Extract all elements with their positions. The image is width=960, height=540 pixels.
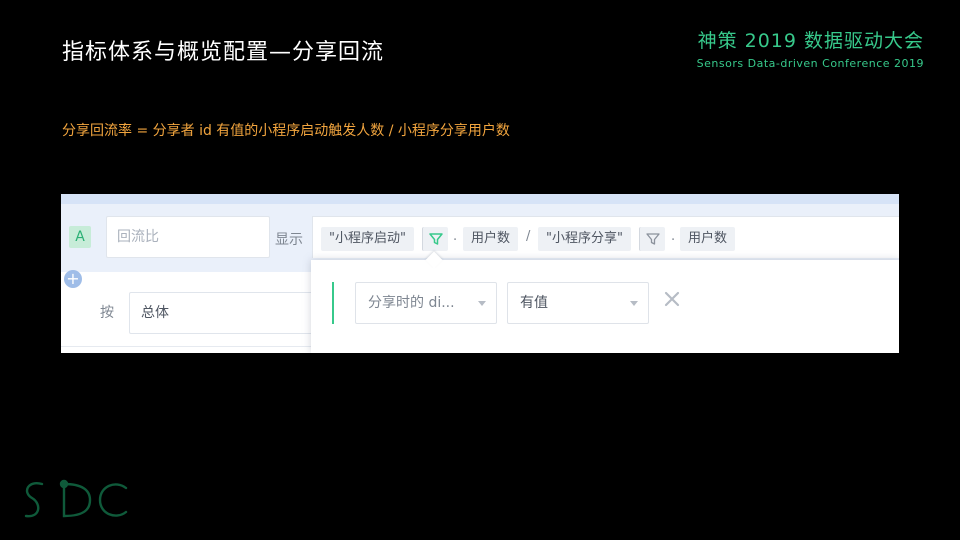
measure-chip-users[interactable]: 用户数 bbox=[463, 227, 519, 251]
filter-icon[interactable] bbox=[422, 227, 448, 251]
formula-text: 分享回流率 = 分享者 id 有值的小程序启动触发人数 / 小程序分享用户数 bbox=[62, 123, 510, 139]
chevron-down-icon bbox=[478, 301, 486, 306]
metric-name-input[interactable]: 回流比 bbox=[106, 216, 270, 258]
measure-chip-users[interactable]: 用户数 bbox=[680, 227, 736, 251]
sdc-logo bbox=[20, 478, 132, 526]
chevron-down-icon bbox=[630, 301, 638, 306]
operator-select[interactable]: 有值 bbox=[507, 282, 649, 324]
brand-subtitle: Sensors Data-driven Conference 2019 bbox=[696, 57, 924, 70]
plus-circle-icon[interactable]: + bbox=[64, 270, 82, 288]
metric-badge: A bbox=[69, 226, 91, 248]
sdc-logo-mark bbox=[24, 479, 128, 518]
metric-expression-box: "小程序启动" . 用户数 / "小程序分享" . 用户数 bbox=[312, 216, 899, 258]
operator-select-value: 有值 bbox=[520, 295, 548, 311]
display-label: 显示 bbox=[275, 232, 303, 248]
metric-config-panel: A 回流比 显示 "小程序启动" . 用户数 / "小程序分享" . 用户数 +… bbox=[61, 194, 899, 353]
filter-condition-bar bbox=[332, 282, 334, 324]
expression-dot: . bbox=[453, 229, 458, 244]
divider bbox=[61, 346, 321, 347]
expression-dot: . bbox=[671, 229, 676, 244]
filter-popover: 分享时的 di... 有值 bbox=[311, 251, 899, 353]
group-by-select[interactable]: 总体 bbox=[129, 292, 329, 334]
property-select-value: 分享时的 di... bbox=[368, 295, 455, 311]
property-select[interactable]: 分享时的 di... bbox=[355, 282, 497, 324]
group-by-label: 按 bbox=[100, 305, 114, 321]
top-stripe bbox=[61, 194, 899, 204]
filter-icon[interactable] bbox=[639, 227, 665, 251]
filter-funnel-icon bbox=[429, 233, 443, 245]
event-chip-launch[interactable]: "小程序启动" bbox=[321, 227, 414, 251]
close-icon[interactable] bbox=[663, 290, 681, 308]
divide-operator: / bbox=[526, 229, 531, 244]
conference-brand: 神策 2019 数据驱动大会 Sensors Data-driven Confe… bbox=[697, 26, 924, 70]
filter-funnel-icon bbox=[646, 233, 660, 245]
event-chip-share[interactable]: "小程序分享" bbox=[538, 227, 631, 251]
slide-title: 指标体系与概览配置—分享回流 bbox=[62, 40, 385, 65]
brand-title: 神策 2019 数据驱动大会 bbox=[697, 30, 924, 52]
